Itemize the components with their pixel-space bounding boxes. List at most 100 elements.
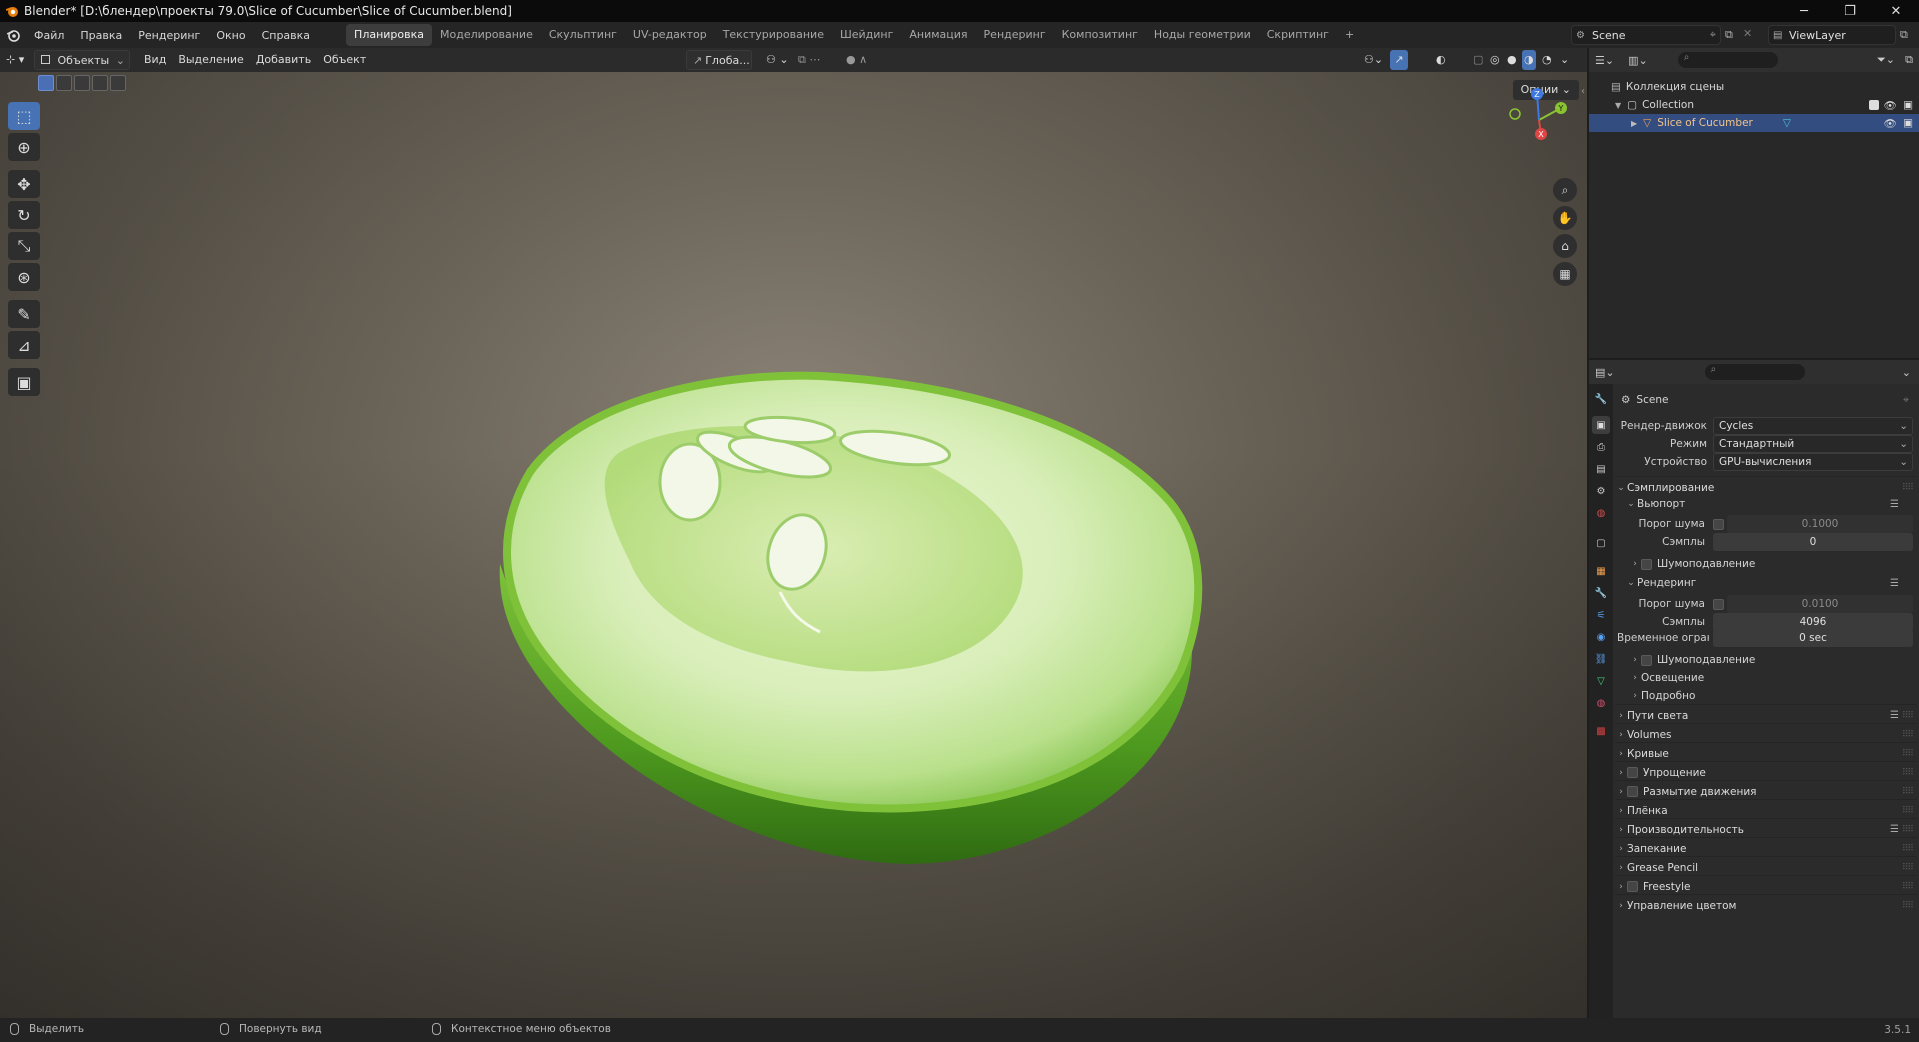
viewport-noise-threshold-field[interactable]: 0.1000 <box>1727 515 1913 533</box>
section-color-management[interactable]: › Управление цветом ⠿⠿ <box>1615 894 1917 916</box>
tab-animation[interactable]: Анимация <box>901 24 975 46</box>
shading-options-icon[interactable]: ⌄ <box>1558 50 1571 70</box>
select-mode-subtract-icon[interactable] <box>74 75 90 91</box>
shading-rendered-icon[interactable]: ◔ <box>1540 50 1554 70</box>
collapse-sidebar-icon[interactable]: ‹ <box>1581 86 1585 97</box>
tree-row-slice-of-cucumber[interactable]: ▶ ▽ Slice of Cucumber ▽ 👁 ▣ <box>1589 114 1919 132</box>
texture-tab-icon[interactable]: ▩ <box>1592 722 1610 740</box>
drag-handle-icon[interactable]: ⠿⠿ <box>1902 787 1914 797</box>
presets-list-icon[interactable]: ☰ <box>1890 578 1899 589</box>
tab-uv-editing[interactable]: UV-редактор <box>625 24 715 46</box>
navigation-gizmo[interactable]: Y Z X <box>1503 84 1575 156</box>
3d-viewport[interactable]: Опции ⌄ <box>0 72 1587 1018</box>
subsection-render[interactable]: ⌄ Рендеринг ☰ <box>1615 573 1917 593</box>
collection-tab-icon[interactable]: ▢ <box>1592 534 1610 552</box>
snap-toggle-icon[interactable]: ⧉ ⋯ <box>792 50 826 70</box>
menu-window[interactable]: Окно <box>208 29 253 42</box>
properties-search-input[interactable]: ⌕ <box>1704 364 1805 380</box>
particles-tab-icon[interactable]: ⚟ <box>1592 606 1610 624</box>
tree-row-scene-collection[interactable]: ▤ Коллекция сцены <box>1589 78 1919 96</box>
tab-texture-paint[interactable]: Текстурирование <box>715 24 832 46</box>
render-engine-dropdown[interactable]: Cycles ⌄ <box>1713 417 1913 435</box>
proportional-edit-icon[interactable]: ● ∧ <box>840 50 873 70</box>
subsection-lights[interactable]: › Освещение <box>1615 668 1917 688</box>
pan-hand-icon[interactable]: ✋ <box>1553 206 1577 230</box>
freestyle-checkbox[interactable] <box>1627 881 1638 892</box>
feature-set-dropdown[interactable]: Стандартный ⌄ <box>1713 435 1913 453</box>
view-layer-tab-icon[interactable]: ▤ <box>1592 460 1610 478</box>
scale-tool-icon[interactable]: ⤡ <box>8 232 40 260</box>
select-box-tool-icon[interactable]: ⬚ <box>8 102 40 130</box>
tab-layout[interactable]: Планировка <box>346 24 433 46</box>
device-dropdown[interactable]: GPU-вычисления ⌄ <box>1713 453 1913 471</box>
new-viewlayer-icon[interactable]: ⧉ <box>1900 28 1908 42</box>
subsection-viewport[interactable]: ⌄ Вьюпорт ☰ <box>1615 494 1917 514</box>
viewport-samples-field[interactable]: 0 <box>1713 533 1913 551</box>
rotate-tool-icon[interactable]: ↻ <box>8 201 40 229</box>
select-mode-intersect-icon[interactable] <box>110 75 126 91</box>
camera-render-icon[interactable]: ▣ <box>1903 99 1913 111</box>
expand-chevron-icon[interactable]: ▶ <box>1631 119 1637 128</box>
editor-type-icon[interactable]: ⊹ ▾ <box>0 50 34 70</box>
drag-handle-icon[interactable]: ⠿⠿ <box>1902 806 1914 816</box>
menu-add[interactable]: Добавить <box>250 50 317 70</box>
shading-wireframe-icon[interactable]: ◎ <box>1488 50 1502 70</box>
noise-threshold-checkbox[interactable] <box>1713 598 1724 610</box>
transform-tool-icon[interactable]: ⊛ <box>8 263 40 291</box>
cucumber-slice-model[interactable] <box>490 362 1210 882</box>
constraints-tab-icon[interactable]: ⛓ <box>1592 650 1610 668</box>
mode-dropdown[interactable]: Объекты ⌄ <box>34 50 130 70</box>
output-tab-icon[interactable]: ⎙ <box>1592 438 1610 456</box>
delete-scene-icon[interactable]: ✕ <box>1743 27 1752 40</box>
select-mode-extend-icon[interactable] <box>56 75 72 91</box>
gizmo-toggle-icon[interactable]: ↗ <box>1390 50 1408 70</box>
time-limit-field[interactable]: 0 sec <box>1713 629 1913 647</box>
tab-geometry-nodes[interactable]: Ноды геометрии <box>1146 24 1259 46</box>
material-tab-icon[interactable]: ◍ <box>1592 694 1610 712</box>
tab-rendering[interactable]: Рендеринг <box>976 24 1054 46</box>
render-tab-icon[interactable]: ▣ <box>1592 416 1610 434</box>
tool-tab-icon[interactable]: 🔧 <box>1592 390 1610 408</box>
blender-menu-icon[interactable] <box>0 28 26 42</box>
outliner-editor-type-icon[interactable]: ☰⌄ <box>1595 54 1614 67</box>
outliner-search-input[interactable]: ⌕ <box>1677 52 1778 68</box>
move-tool-icon[interactable]: ✥ <box>8 170 40 198</box>
drag-handle-icon[interactable]: ⠿⠿ <box>1902 711 1914 721</box>
visibility-icon[interactable]: ⚇⌄ <box>1358 50 1389 70</box>
menu-render[interactable]: Рендеринг <box>130 29 208 42</box>
drag-handle-icon[interactable]: ⠿⠿ <box>1902 749 1914 759</box>
drag-handle-icon[interactable]: ⠿⠿ <box>1902 730 1914 740</box>
physics-tab-icon[interactable]: ◉ <box>1592 628 1610 646</box>
eye-icon[interactable]: 👁 <box>1884 117 1897 130</box>
presets-list-icon[interactable]: ☰ <box>1890 710 1899 721</box>
cursor-tool-icon[interactable]: ⊕ <box>8 133 40 161</box>
menu-edit[interactable]: Правка <box>72 29 130 42</box>
camera-view-icon[interactable]: ⌂ <box>1553 234 1577 258</box>
simplify-checkbox[interactable] <box>1627 767 1638 778</box>
perspective-toggle-icon[interactable]: ▦ <box>1553 262 1577 286</box>
tab-scripting[interactable]: Скриптинг <box>1259 24 1337 46</box>
drag-handle-icon[interactable]: ⠿⠿ <box>1902 844 1914 854</box>
subsection-advanced[interactable]: › Подробно <box>1615 686 1917 706</box>
transform-orientation-dropdown[interactable]: ↗ Глоба... <box>686 50 752 70</box>
properties-editor-type-icon[interactable]: ▤⌄ <box>1595 366 1615 379</box>
expand-chevron-icon[interactable]: ▼ <box>1615 101 1621 110</box>
tab-modeling[interactable]: Моделирование <box>432 24 541 46</box>
menu-help[interactable]: Справка <box>254 29 318 42</box>
menu-file[interactable]: Файл <box>26 29 72 42</box>
tab-sculpting[interactable]: Скульптинг <box>541 24 625 46</box>
drag-handle-icon[interactable]: ⠿⠿ <box>1902 901 1914 911</box>
new-collection-icon[interactable]: ⧉ <box>1905 53 1913 67</box>
drag-handle-icon[interactable]: ⠿⠿ <box>1902 768 1914 778</box>
new-scene-icon[interactable]: ⧉ <box>1725 28 1733 42</box>
drag-handle-icon[interactable]: ⠿⠿ <box>1902 863 1914 873</box>
scene-tab-icon[interactable]: ⚙ <box>1592 482 1610 500</box>
annotate-tool-icon[interactable]: ✎ <box>8 300 40 328</box>
modifier-tab-icon[interactable]: 🔧 <box>1592 584 1610 602</box>
render-denoise-row[interactable]: › Шумоподавление <box>1615 650 1917 670</box>
drag-handle-icon[interactable]: ⠿⠿ <box>1902 825 1914 835</box>
presets-list-icon[interactable]: ☰ <box>1890 499 1899 510</box>
motion-blur-checkbox[interactable] <box>1627 786 1638 797</box>
render-noise-threshold-field[interactable]: 0.0100 <box>1727 595 1913 613</box>
options-chevron-icon[interactable]: ⌄ <box>1902 366 1911 379</box>
